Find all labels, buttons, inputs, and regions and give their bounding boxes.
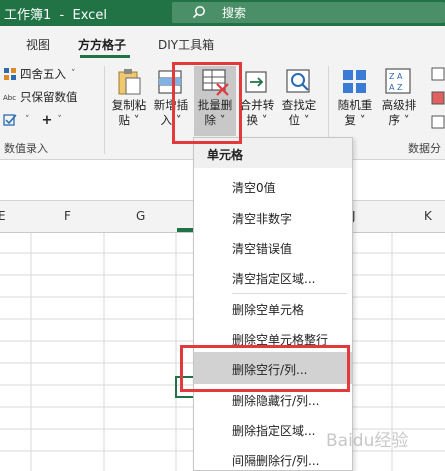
round-button[interactable]: 四舍五入 ˅ bbox=[3, 64, 76, 84]
merge-convert-button[interactable]: 合并转 换 ˅ bbox=[236, 66, 278, 136]
menu-item-clear-non-numeric[interactable]: 清空非数字 bbox=[194, 201, 352, 233]
highlight-box-delete-blank-rows bbox=[180, 345, 350, 392]
title-bar: 工作簿1 - Excel 搜索 bbox=[0, 0, 445, 26]
random-repeat-button[interactable]: 随机重 复 ˅ bbox=[334, 66, 376, 136]
keep-values-label: 只保留数值 bbox=[20, 90, 78, 104]
find-locate-icon bbox=[286, 69, 310, 93]
search-label: 搜索 bbox=[222, 6, 247, 20]
menu-item-delete-blank-cells[interactable]: 删除空单元格 bbox=[194, 292, 352, 324]
menu-item-clear-errors[interactable]: 清空错误值 bbox=[194, 231, 352, 263]
svg-text:Abc: Abc bbox=[3, 94, 16, 102]
column-header-k[interactable]: K bbox=[424, 209, 432, 223]
group-label-value-entry: 数值录入 bbox=[4, 142, 48, 155]
merge-convert-icon bbox=[245, 71, 267, 93]
advanced-sort-icon: Z A A Z bbox=[385, 68, 411, 94]
tab-diy-toolbox[interactable]: DIY工具箱 bbox=[158, 36, 214, 53]
round-icon bbox=[4, 68, 16, 80]
copy-paste-label-2: 贴 ˅ bbox=[118, 113, 140, 127]
random-repeat-label-1: 随机重 bbox=[337, 98, 373, 112]
merge-convert-label-2: 换 ˅ bbox=[246, 113, 268, 127]
check-icon bbox=[3, 114, 17, 126]
keep-values-button[interactable]: Abc 只保留数值 bbox=[3, 87, 78, 107]
random-repeat-label-2: 复 ˅ bbox=[344, 113, 366, 127]
search-box[interactable]: 搜索 bbox=[172, 2, 445, 23]
find-locate-button[interactable]: 查找定 位 ˅ bbox=[278, 66, 320, 136]
round-label: 四舍五入 bbox=[20, 67, 66, 81]
highlight-box-batch-delete bbox=[172, 62, 242, 144]
group-separator bbox=[104, 66, 105, 154]
find-locate-label-2: 位 ˅ bbox=[288, 113, 310, 127]
advanced-sort-button[interactable]: Z A A Z 高级排 序 ˅ bbox=[378, 66, 420, 136]
svg-text:A Z: A Z bbox=[389, 83, 403, 92]
plus-button[interactable]: + bbox=[42, 113, 53, 128]
check-button[interactable]: ˅ + ˅ bbox=[3, 110, 62, 130]
column-header-e[interactable]: E bbox=[0, 209, 6, 223]
watermark-text: Baidu经验 bbox=[326, 431, 408, 451]
column-header-g[interactable]: G bbox=[136, 209, 145, 223]
clipboard-icon bbox=[118, 69, 141, 95]
search-icon bbox=[192, 6, 205, 19]
svg-text:Z A: Z A bbox=[389, 72, 403, 81]
menu-item-clear-zero[interactable]: 清空0值 bbox=[194, 170, 352, 202]
ribbon-tabs: 视图 方方格子 DIY工具箱 bbox=[0, 26, 445, 60]
chevron-down-icon: ˅ bbox=[57, 115, 62, 125]
chevron-down-icon: ˅ bbox=[71, 69, 76, 79]
merge-convert-label-1: 合并转 bbox=[239, 98, 275, 112]
abc-icon: Abc bbox=[3, 94, 16, 102]
find-locate-label-1: 查找定 bbox=[281, 98, 317, 112]
watermark: Baidu经验 bbox=[326, 431, 408, 451]
batch-delete-menu: 单元格 清空0值 清空非数字 清空错误值 清空指定区域... 删除空单元格 删除… bbox=[193, 137, 353, 471]
grid-icon bbox=[431, 67, 445, 129]
window-title: 工作簿1 - Excel bbox=[4, 8, 107, 23]
copy-paste-label-1: 复制粘 bbox=[111, 98, 147, 112]
group-label-data-analysis: 数据分 bbox=[408, 142, 441, 155]
chevron-down-icon: ˅ bbox=[25, 115, 30, 125]
advanced-sort-label-1: 高级排 bbox=[381, 98, 417, 112]
random-repeat-icon bbox=[343, 70, 366, 93]
menu-item-clear-range[interactable]: 清空指定区域... bbox=[194, 261, 352, 293]
overflow-icons[interactable] bbox=[430, 66, 445, 136]
copy-paste-button[interactable]: 复制粘 贴 ˅ bbox=[108, 66, 150, 136]
column-header-f[interactable]: F bbox=[64, 209, 71, 223]
tab-view[interactable]: 视图 bbox=[26, 36, 50, 53]
advanced-sort-label-2: 序 ˅ bbox=[388, 113, 410, 127]
tab-fangfangezi[interactable]: 方方格子 bbox=[78, 36, 126, 53]
active-tab-indicator bbox=[80, 55, 130, 58]
